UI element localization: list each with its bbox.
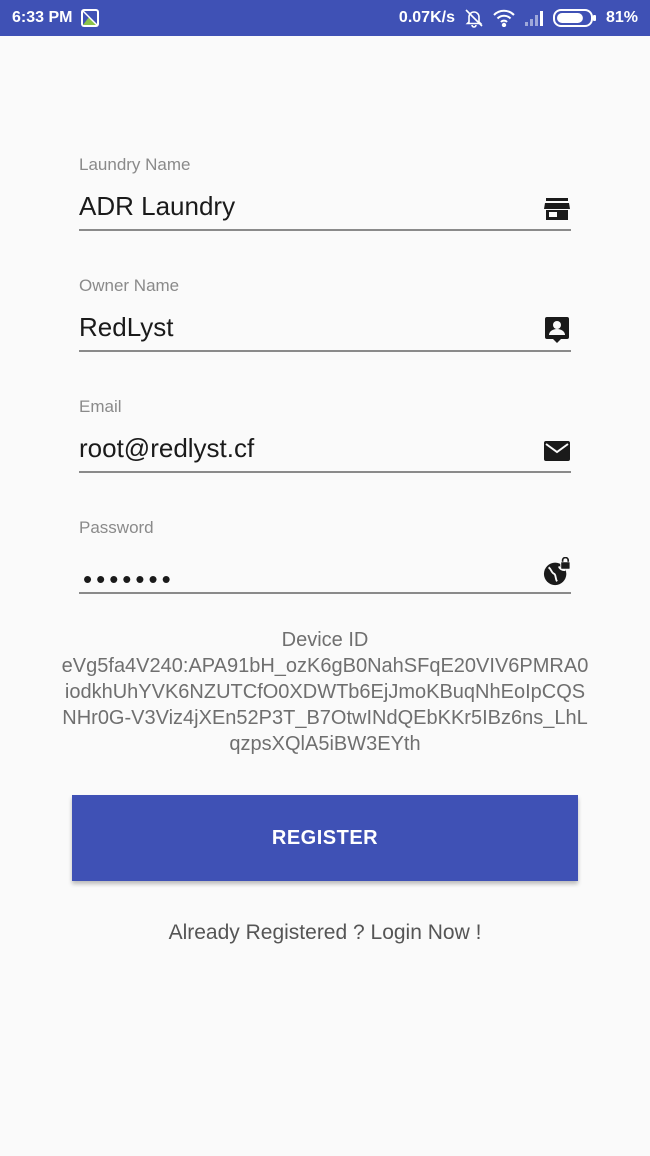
owner-name-underline [79,350,571,352]
email-field[interactable]: Email root@redlyst.cf [79,397,571,477]
laundry-name-label: Laundry Name [79,155,191,174]
battery-percent: 81% [605,9,638,26]
status-time: 6:33 PM [12,9,73,26]
owner-name-label: Owner Name [79,276,180,295]
email-label: Email [79,397,122,416]
laundry-name-underline [79,229,571,231]
mute-icon [464,8,484,28]
password-label: Password [79,518,154,537]
battery-icon [552,8,597,28]
gallery-icon [80,8,100,28]
device-id-value: eVg5fa4V240:APA91bH_ozK6gB0NahSFqE20VIV6… [61,655,589,755]
laundry-name-input[interactable]: ADR Laundry [79,191,519,222]
status-bar: 6:33 PM 0.07K/s 81% [0,0,650,36]
device-id-block: Device ID eVg5fa4V240:APA91bH_ozK6gB0Nah… [60,627,590,757]
register-button[interactable]: REGISTER [72,795,578,881]
network-speed: 0.07K/s [398,9,455,26]
email-underline [79,471,571,473]
vpn-lock-icon [543,557,571,586]
password-underline [79,592,571,594]
login-link[interactable]: Already Registered ? Login Now ! [0,921,650,945]
password-field[interactable]: Password ••••••• [79,518,571,598]
status-bar-left: 6:33 PM [12,8,100,28]
email-input[interactable]: root@redlyst.cf [79,433,519,464]
contact-icon [543,316,571,344]
owner-name-input[interactable]: RedLyst [79,312,519,343]
store-icon [543,195,571,223]
status-bar-right: 0.07K/s 81% [399,8,638,28]
laundry-name-field[interactable]: Laundry Name ADR Laundry [79,155,571,235]
password-input[interactable]: ••••••• [83,566,175,592]
device-id-label: Device ID [281,629,369,651]
wifi-icon [493,9,515,27]
owner-name-field[interactable]: Owner Name RedLyst [79,276,571,356]
signal-icon [524,10,544,26]
mail-icon [543,437,571,465]
